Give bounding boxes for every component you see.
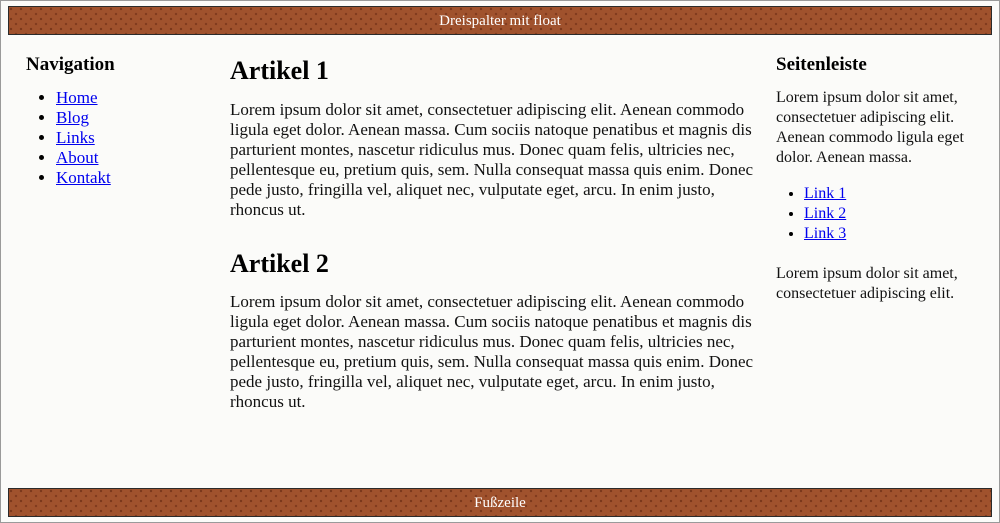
article-2-title: Artikel 2 xyxy=(230,248,329,278)
sidebar-outro-text: Lorem ipsum dolor sit amet, consectetuer… xyxy=(776,264,958,302)
sidebar-column: Seitenleiste Lorem ipsum dolor sit amet,… xyxy=(766,35,992,320)
article-1-body: Lorem ipsum dolor sit amet, consectetuer… xyxy=(230,99,754,219)
article-1-title: Artikel 1 xyxy=(230,56,329,85)
sidebar-intro-text: Lorem ipsum dolor sit amet, consectetuer… xyxy=(776,88,964,166)
sidebar-item-home[interactable]: Home xyxy=(56,88,98,107)
sidebar-item-blog[interactable]: Blog xyxy=(56,108,89,127)
navigation-heading: Navigation xyxy=(26,54,115,75)
page-header: Dreispalter mit float xyxy=(8,6,992,35)
page-header-title: Dreispalter mit float xyxy=(439,13,561,29)
content-column: Artikel 1 Lorem ipsum dolor sit amet, co… xyxy=(216,35,768,426)
sidebar-heading: Seitenleiste xyxy=(776,54,867,75)
sidebar-link-1[interactable]: Link 1 xyxy=(804,185,846,202)
list-item: Home xyxy=(56,88,200,108)
sidebar-link-2[interactable]: Link 2 xyxy=(804,205,846,222)
page-footer: Fußzeile xyxy=(8,488,992,517)
sidebar-item-about[interactable]: About xyxy=(56,148,99,167)
navigation-list: Home Blog Links About Kontakt xyxy=(26,88,200,188)
list-item: Link 2 xyxy=(804,204,974,224)
navigation-column: Navigation Home Blog Links About Kontakt xyxy=(8,35,208,202)
page-footer-title: Fußzeile xyxy=(474,495,526,511)
sidebar-link-3[interactable]: Link 3 xyxy=(804,225,846,242)
list-item: Blog xyxy=(56,108,200,128)
list-item: About xyxy=(56,148,200,168)
sidebar-item-kontakt[interactable]: Kontakt xyxy=(56,168,111,187)
list-item: Link 3 xyxy=(804,224,974,244)
sidebar-item-links[interactable]: Links xyxy=(56,128,95,147)
list-item: Links xyxy=(56,128,200,148)
list-item: Kontakt xyxy=(56,168,200,188)
sidebar-link-list: Link 1 Link 2 Link 3 xyxy=(776,184,974,244)
page-frame: Dreispalter mit float Navigation Home Bl… xyxy=(0,0,1000,523)
list-item: Link 1 xyxy=(804,184,974,204)
article-2-body: Lorem ipsum dolor sit amet, consectetuer… xyxy=(230,292,754,412)
three-column-layout: Navigation Home Blog Links About Kontakt… xyxy=(8,35,992,488)
